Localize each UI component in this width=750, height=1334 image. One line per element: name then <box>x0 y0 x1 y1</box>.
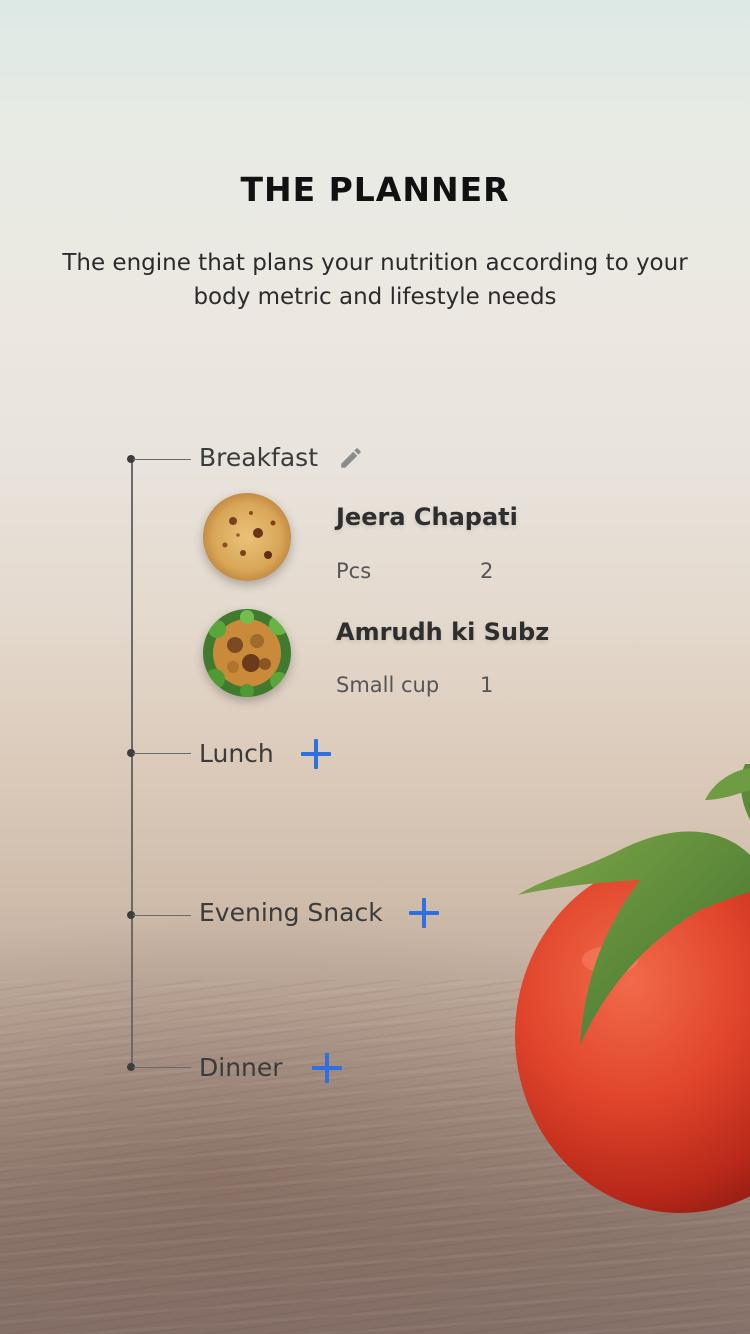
food-unit-jeera-chapati: Pcs <box>336 559 372 583</box>
food-name-jeera-chapati: Jeera Chapati <box>336 503 518 531</box>
page-subtitle: The engine that plans your nutrition acc… <box>62 250 688 310</box>
add-evening-snack-button[interactable] <box>407 896 441 930</box>
timeline-branch-evening-snack <box>133 915 191 916</box>
meal-label-evening-snack[interactable]: Evening Snack <box>199 898 383 927</box>
tomato-image <box>515 764 750 1213</box>
food-qty-amrudh-ki-subz[interactable]: 1 <box>480 673 493 697</box>
page-title: THE PLANNER <box>240 170 510 209</box>
meal-label-dinner[interactable]: Dinner <box>199 1053 283 1082</box>
food-qty-jeera-chapati[interactable]: 2 <box>480 559 493 583</box>
food-image-jeera-chapati[interactable] <box>203 493 291 581</box>
add-dinner-button[interactable] <box>310 1051 344 1085</box>
food-name-amrudh-ki-subz: Amrudh ki Subz <box>336 618 550 646</box>
edit-breakfast-button[interactable] <box>338 445 364 471</box>
add-lunch-button[interactable] <box>299 737 333 771</box>
timeline-branch-lunch <box>133 753 191 754</box>
food-unit-amrudh-ki-subz: Small cup <box>336 673 440 697</box>
chapati-photo-icon <box>203 493 291 581</box>
subz-photo-icon <box>203 609 291 697</box>
meal-label-lunch[interactable]: Lunch <box>199 739 274 768</box>
timeline-branch-dinner <box>133 1067 191 1068</box>
pencil-icon <box>341 448 361 468</box>
meal-label-breakfast[interactable]: Breakfast <box>199 443 318 472</box>
timeline-branch-breakfast <box>133 459 191 460</box>
timeline-line <box>131 459 133 1067</box>
food-image-amrudh-ki-subz[interactable] <box>203 609 291 697</box>
